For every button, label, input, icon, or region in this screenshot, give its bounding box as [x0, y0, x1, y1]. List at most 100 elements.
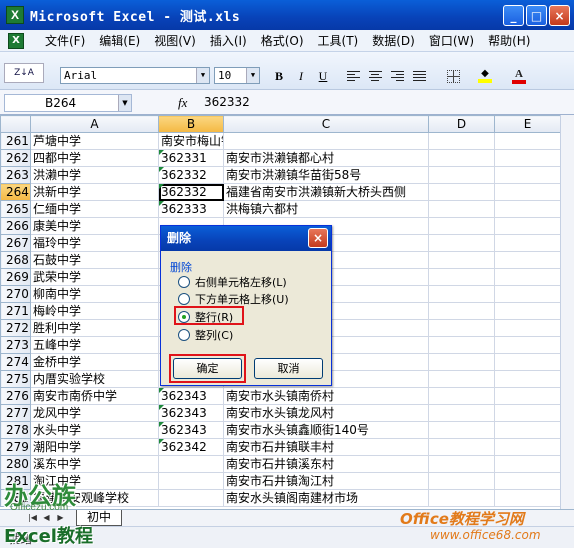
radio-shift-left[interactable] [178, 276, 190, 288]
cell-d[interactable] [428, 319, 495, 337]
cell-e[interactable] [494, 404, 561, 422]
cell-c[interactable]: 南安市洪濑镇都心村 [223, 149, 429, 167]
cell-a[interactable]: 洪新中学 [30, 183, 159, 201]
bold-button[interactable]: B [270, 67, 288, 85]
column-header-e[interactable]: E [494, 115, 561, 133]
row-header[interactable]: 268 [0, 251, 31, 269]
row-header[interactable]: 274 [0, 353, 31, 371]
cell-d[interactable] [428, 421, 495, 439]
menu-insert[interactable]: 插入(I) [203, 32, 254, 49]
cell-e[interactable] [494, 268, 561, 286]
cell-d[interactable] [428, 183, 495, 201]
row-header[interactable]: 262 [0, 149, 31, 167]
cell-a[interactable]: 福玲中学 [30, 234, 159, 252]
underline-button[interactable]: U [314, 67, 332, 85]
cell-b[interactable]: 362332 [158, 183, 224, 201]
cell-a[interactable]: 石鼓中学 [30, 251, 159, 269]
cell-e[interactable] [494, 166, 561, 184]
fill-color-icon[interactable]: ◆ [476, 67, 494, 85]
cell-c[interactable] [223, 132, 429, 150]
cell-b[interactable]: 362342 [158, 438, 224, 456]
cell-b[interactable]: 362333 [158, 200, 224, 218]
row-header[interactable]: 276 [0, 387, 31, 405]
cell-d[interactable] [428, 336, 495, 354]
menu-view[interactable]: 视图(V) [147, 32, 203, 49]
align-left-icon[interactable] [344, 67, 362, 85]
cell-b[interactable]: 362343 [158, 421, 224, 439]
cell-d[interactable] [428, 149, 495, 167]
cell-d[interactable] [428, 234, 495, 252]
radio-entire-column[interactable] [178, 329, 190, 341]
row-header[interactable]: 269 [0, 268, 31, 286]
cell-e[interactable] [494, 302, 561, 320]
cell-d[interactable] [428, 166, 495, 184]
cell-d[interactable] [428, 200, 495, 218]
select-all-corner[interactable] [0, 115, 31, 133]
column-header-a[interactable]: A [30, 115, 159, 133]
cell-c[interactable]: 南安市水头镇南侨村 [223, 387, 429, 405]
cell-c[interactable]: 福建省南安市洪濑镇新大桥头西侧 [223, 183, 429, 201]
cell-e[interactable] [494, 149, 561, 167]
cell-b[interactable] [158, 472, 224, 490]
align-right-icon[interactable] [388, 67, 406, 85]
cell-c[interactable]: 洪梅镇六都村 [223, 200, 429, 218]
cell-c[interactable]: 南安市石井镇溪东村 [223, 455, 429, 473]
cell-a[interactable]: 龙风中学 [30, 404, 159, 422]
fx-icon[interactable]: fx [178, 95, 187, 111]
font-color-icon[interactable]: A [510, 67, 528, 85]
column-header-b[interactable]: B [158, 115, 224, 133]
cell-d[interactable] [428, 387, 495, 405]
cell-c[interactable]: 南安市水头镇鑫顺街140号 [223, 421, 429, 439]
cell-a[interactable]: 潮阳中学 [30, 438, 159, 456]
cell-b[interactable]: 南安市梅山镇格内村 [158, 132, 224, 150]
cell-e[interactable] [494, 353, 561, 371]
formula-input[interactable]: 362332 [204, 95, 250, 109]
cell-a[interactable]: 芦塘中学 [30, 132, 159, 150]
vertical-scrollbar[interactable] [560, 115, 574, 509]
row-header[interactable]: 270 [0, 285, 31, 303]
dialog-close-button[interactable]: × [308, 228, 328, 248]
row-header[interactable]: 279 [0, 438, 31, 456]
cell-c[interactable]: 南安市水头镇龙风村 [223, 404, 429, 422]
cell-c[interactable]: 南安市石井镇淘江村 [223, 472, 429, 490]
merge-center-icon[interactable] [410, 67, 428, 85]
row-header[interactable]: 263 [0, 166, 31, 184]
align-center-icon[interactable] [366, 67, 384, 85]
row-header[interactable]: 277 [0, 404, 31, 422]
cell-a[interactable]: 金桥中学 [30, 353, 159, 371]
cell-a[interactable]: 内厝实验学校 [30, 370, 159, 388]
cell-e[interactable] [494, 183, 561, 201]
cell-a[interactable]: 康美中学 [30, 217, 159, 235]
cell-c[interactable]: 南安水头镇阁南建材市场 [223, 489, 429, 507]
cell-e[interactable] [494, 438, 561, 456]
cell-a[interactable]: 水头中学 [30, 421, 159, 439]
cell-d[interactable] [428, 302, 495, 320]
menu-window[interactable]: 窗口(W) [422, 32, 481, 49]
cell-d[interactable] [428, 285, 495, 303]
option-shift-left[interactable]: 右侧单元格左移(L) [178, 274, 287, 290]
row-header[interactable]: 266 [0, 217, 31, 235]
cell-e[interactable] [494, 132, 561, 150]
italic-button[interactable]: I [292, 67, 310, 85]
cell-e[interactable] [494, 489, 561, 507]
cell-d[interactable] [428, 438, 495, 456]
cell-d[interactable] [428, 353, 495, 371]
cell-e[interactable] [494, 472, 561, 490]
menu-edit[interactable]: 编辑(E) [92, 32, 147, 49]
row-header[interactable]: 273 [0, 336, 31, 354]
cell-a[interactable]: 五峰中学 [30, 336, 159, 354]
close-button[interactable]: × [549, 5, 570, 26]
cell-e[interactable] [494, 455, 561, 473]
row-header[interactable]: 272 [0, 319, 31, 337]
radio-shift-up[interactable] [178, 293, 190, 305]
cell-e[interactable] [494, 234, 561, 252]
option-shift-up[interactable]: 下方单元格上移(U) [178, 291, 289, 307]
row-header[interactable]: 280 [0, 455, 31, 473]
row-header[interactable]: 265 [0, 200, 31, 218]
cell-d[interactable] [428, 472, 495, 490]
cell-d[interactable] [428, 217, 495, 235]
cell-b[interactable]: 362343 [158, 404, 224, 422]
maximize-button[interactable]: □ [526, 5, 547, 26]
chevron-down-icon[interactable]: ▼ [196, 68, 209, 83]
cell-e[interactable] [494, 319, 561, 337]
